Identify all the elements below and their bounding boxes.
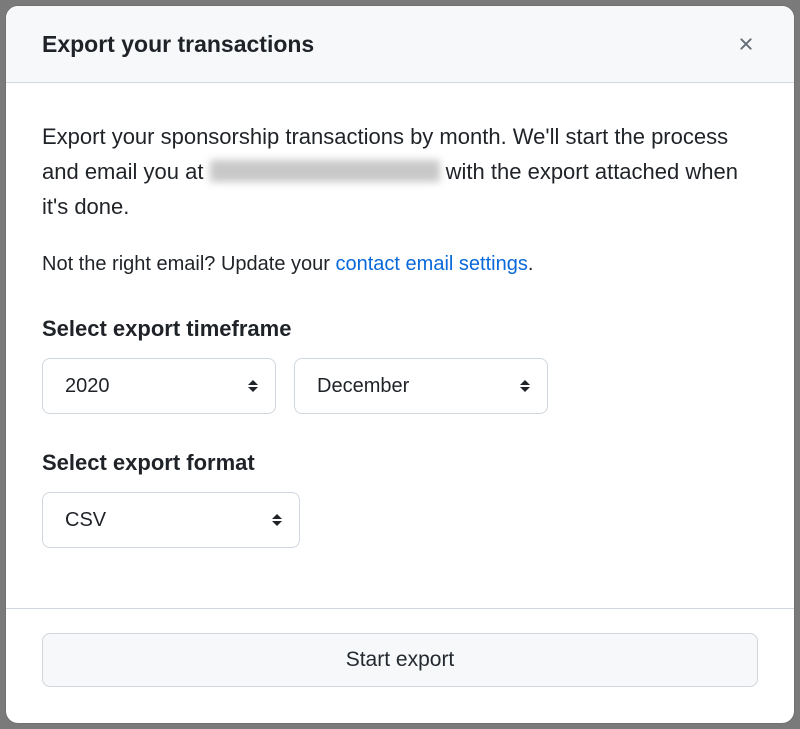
modal-header: Export your transactions	[6, 6, 794, 83]
close-icon	[736, 34, 756, 54]
timeframe-label: Select export timeframe	[42, 316, 758, 342]
email-note-prefix: Not the right email? Update your	[42, 253, 336, 275]
year-select-wrapper: 2020	[42, 358, 276, 414]
close-button[interactable]	[728, 26, 764, 62]
export-transactions-modal: Export your transactions Export your spo…	[6, 6, 794, 723]
month-select[interactable]: December	[294, 358, 548, 414]
format-select[interactable]: CSV	[42, 492, 300, 548]
format-select-wrapper: CSV	[42, 492, 300, 548]
month-select-wrapper: December	[294, 358, 548, 414]
contact-email-settings-link[interactable]: contact email settings	[336, 253, 528, 275]
email-blurred	[210, 160, 440, 182]
description-text: Export your sponsorship transactions by …	[42, 119, 758, 225]
year-select[interactable]: 2020	[42, 358, 276, 414]
timeframe-selects: 2020 December	[42, 358, 758, 414]
format-row: CSV	[42, 492, 758, 548]
format-label: Select export format	[42, 450, 758, 476]
start-export-button[interactable]: Start export	[42, 633, 758, 687]
email-note: Not the right email? Update your contact…	[42, 253, 758, 276]
email-note-suffix: .	[528, 253, 534, 275]
modal-footer: Start export	[6, 608, 794, 723]
modal-body: Export your sponsorship transactions by …	[6, 83, 794, 608]
modal-title: Export your transactions	[42, 31, 314, 58]
